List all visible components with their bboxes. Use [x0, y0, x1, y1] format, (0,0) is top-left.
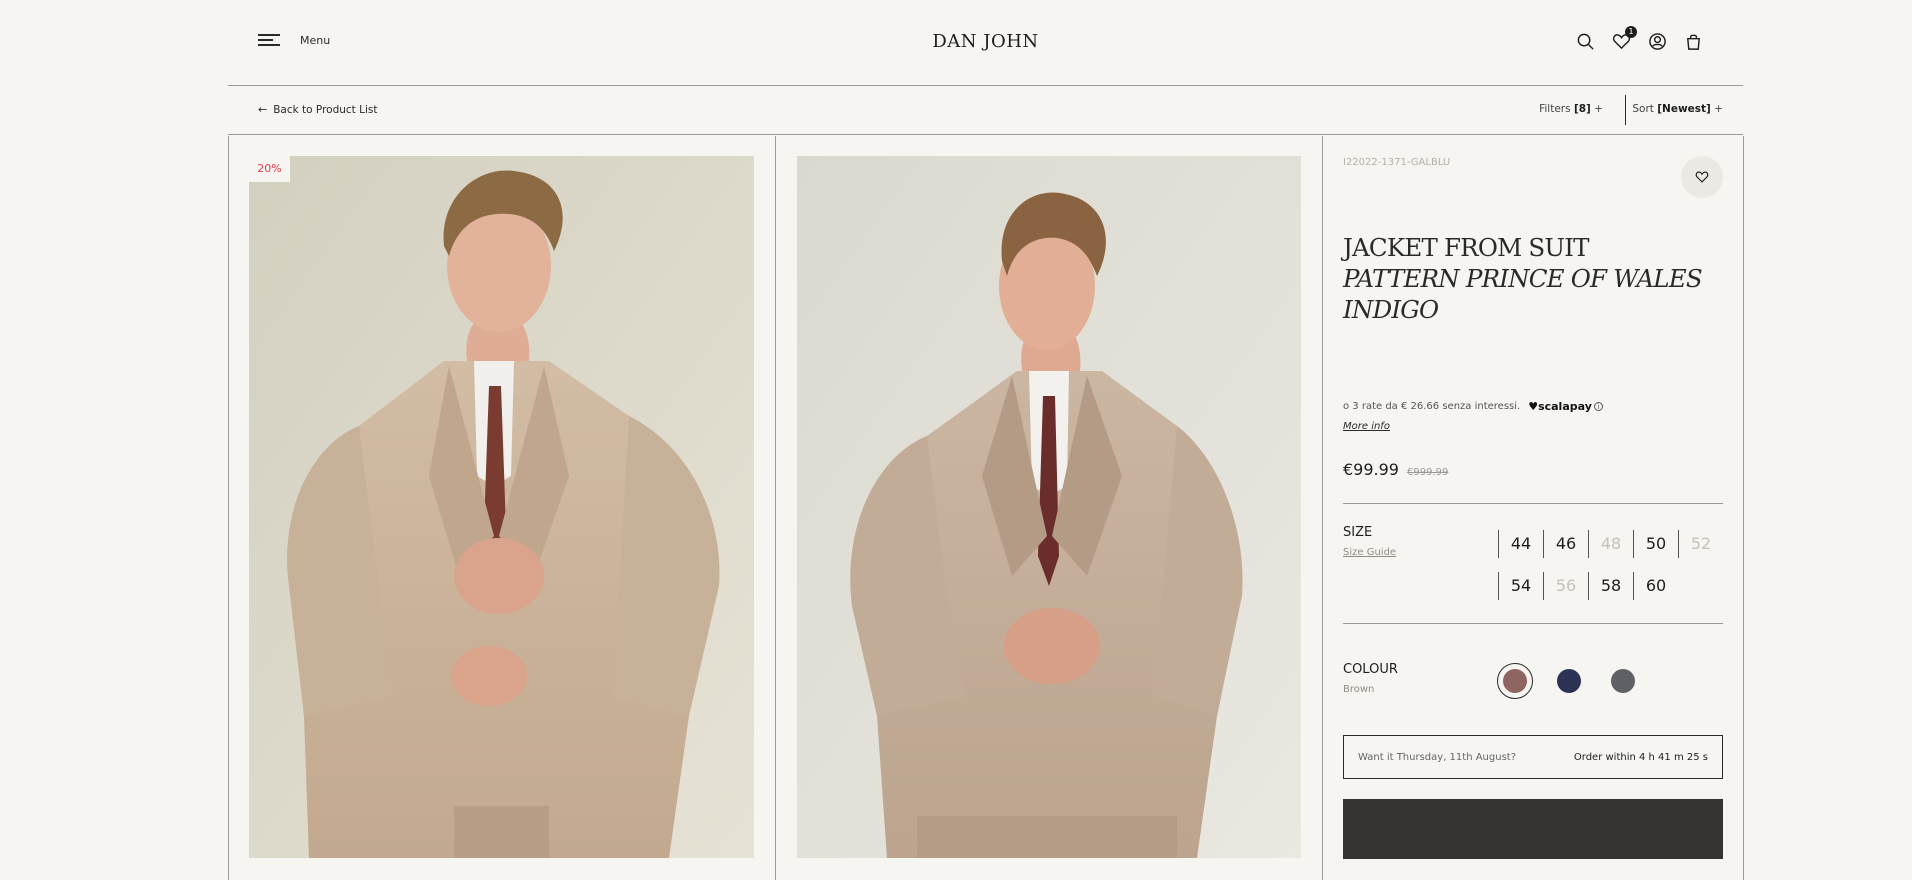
- sort-label: Sort: [1632, 103, 1654, 115]
- size-option-54[interactable]: 54: [1498, 572, 1543, 600]
- title-line-1: JACKET FROM SUIT: [1343, 233, 1589, 262]
- product-page: Menu DAN JOHN 1 ← Back to Product List F…: [0, 0, 1912, 880]
- hamburger-icon: [258, 33, 280, 47]
- product-photo-front[interactable]: [249, 156, 754, 858]
- user-icon[interactable]: [1648, 32, 1667, 51]
- price-block: €99.99 €999.99: [1343, 460, 1448, 479]
- more-info-link[interactable]: More info: [1343, 421, 1390, 432]
- scalapay-logo: ♥scalapay: [1528, 400, 1592, 413]
- size-option-50[interactable]: 50: [1633, 530, 1678, 558]
- sort-button[interactable]: Sort [Newest] +: [1632, 103, 1723, 115]
- size-label: SIZE: [1343, 525, 1373, 540]
- filters-plus: +: [1594, 103, 1603, 115]
- info-icon[interactable]: i: [1593, 402, 1603, 411]
- delivery-estimate: Want it Thursday, 11th August? Order wit…: [1343, 735, 1723, 779]
- size-option-44[interactable]: 44: [1498, 530, 1543, 558]
- size-option-58[interactable]: 58: [1588, 572, 1633, 600]
- arrow-left-icon: ←: [258, 103, 268, 116]
- add-to-cart-button[interactable]: [1343, 799, 1723, 859]
- product-toolbar: ← Back to Product List Filters [8] + Sor…: [228, 87, 1743, 135]
- size-option-56: 56: [1543, 572, 1588, 600]
- column-divider: [1322, 136, 1323, 880]
- original-price: €999.99: [1406, 467, 1449, 478]
- colour-swatch[interactable]: [1551, 663, 1587, 699]
- toolbar-divider: [1625, 95, 1626, 125]
- filters-button[interactable]: Filters [8] +: [1539, 103, 1603, 115]
- add-to-wishlist-button[interactable]: [1681, 156, 1723, 198]
- filters-count: [8]: [1573, 103, 1591, 115]
- menu-label: Menu: [300, 33, 331, 47]
- sort-value: [Newest]: [1657, 103, 1711, 115]
- delivery-question: Want it Thursday, 11th August?: [1358, 751, 1517, 763]
- filters-label: Filters: [1539, 103, 1571, 115]
- title-line-2: PATTERN PRINCE OF WALES: [1343, 264, 1703, 293]
- size-options: 44 46 48 50 52 54 56 58 60: [1498, 530, 1728, 600]
- colour-swatch-fill: [1557, 669, 1581, 693]
- installments-info: o 3 rate da € 26.66 senza interessi. ♥sc…: [1343, 400, 1603, 413]
- colour-swatch[interactable]: [1605, 663, 1641, 699]
- colour-swatch-fill: [1611, 669, 1635, 693]
- product-title: JACKET FROM SUIT PATTERN PRINCE OF WALES…: [1343, 232, 1723, 325]
- colour-swatch-fill: [1503, 669, 1527, 693]
- column-divider: [1743, 136, 1744, 880]
- bag-icon[interactable]: [1684, 32, 1703, 51]
- column-divider: [775, 136, 776, 880]
- search-icon[interactable]: [1576, 32, 1595, 51]
- selected-colour-name: Brown: [1343, 684, 1375, 695]
- discount-badge: 20%: [249, 156, 290, 182]
- colour-options: [1497, 663, 1641, 699]
- heart-icon: [1695, 171, 1709, 183]
- size-option-46[interactable]: 46: [1543, 530, 1588, 558]
- back-label: Back to Product List: [273, 103, 378, 116]
- delivery-timer: Order within 4 h 41 m 25 s: [1573, 751, 1708, 763]
- top-header: Menu DAN JOHN 1: [228, 0, 1743, 86]
- divider: [1343, 503, 1723, 504]
- column-divider: [228, 136, 229, 880]
- brand-logo[interactable]: DAN JOHN: [932, 31, 1038, 52]
- menu-button[interactable]: Menu: [258, 33, 330, 47]
- size-option-52: 52: [1678, 530, 1723, 558]
- size-option-60[interactable]: 60: [1633, 572, 1678, 600]
- wishlist-button[interactable]: 1: [1612, 26, 1637, 51]
- back-to-list-link[interactable]: ← Back to Product List: [258, 103, 378, 116]
- colour-swatch[interactable]: [1497, 663, 1533, 699]
- size-guide-link[interactable]: Size Guide: [1343, 547, 1396, 558]
- product-sku: I22022-1371-GALBLU: [1343, 157, 1451, 168]
- divider: [1343, 623, 1723, 624]
- installments-text: o 3 rate da € 26.66 senza interessi.: [1343, 401, 1521, 412]
- colour-label: COLOUR: [1343, 662, 1398, 677]
- size-option-48: 48: [1588, 530, 1633, 558]
- sort-plus: +: [1714, 103, 1723, 115]
- title-line-3: INDIGO: [1343, 295, 1439, 324]
- product-photo-side[interactable]: [797, 156, 1301, 858]
- header-actions: 1: [1576, 26, 1703, 51]
- current-price: €99.99: [1343, 460, 1399, 479]
- wishlist-count-badge: 1: [1625, 26, 1637, 38]
